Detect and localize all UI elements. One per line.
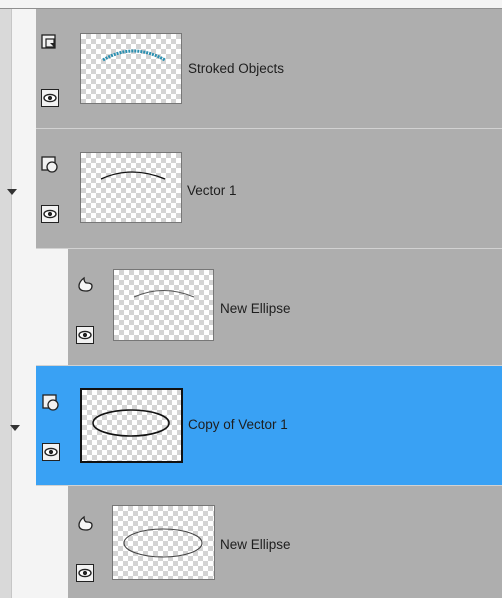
layer-name[interactable]: New Ellipse <box>220 537 291 552</box>
layer-row-vector-1[interactable]: Vector 1 <box>36 129 502 248</box>
panel-left-gutter <box>0 9 12 598</box>
curve-preview <box>102 49 166 62</box>
layer-row-copy-of-vector-1[interactable]: Copy of Vector 1 <box>36 366 502 485</box>
layer-thumbnail <box>112 505 215 580</box>
layer-row-stroked-objects[interactable]: Stroked Objects <box>36 9 502 128</box>
panel-top-border <box>0 0 502 9</box>
layer-thumbnail <box>113 269 214 341</box>
layer-thumbnail <box>80 33 182 104</box>
layer-name[interactable]: Vector 1 <box>187 183 237 198</box>
ellipse-preview <box>92 409 170 437</box>
layer-row-new-ellipse[interactable]: New Ellipse <box>68 249 502 365</box>
layer-name[interactable]: New Ellipse <box>220 301 291 316</box>
shape-icon[interactable] <box>76 275 94 293</box>
ellipse-preview <box>123 528 203 558</box>
eye-icon[interactable] <box>41 89 59 107</box>
layer-group-icon[interactable] <box>41 34 59 52</box>
layer-thumbnail <box>80 388 183 463</box>
eye-icon[interactable] <box>76 564 94 582</box>
layer-thumbnail <box>80 152 182 223</box>
layer-name[interactable]: Stroked Objects <box>188 61 284 76</box>
layer-row-new-ellipse-copy[interactable]: New Ellipse <box>68 486 502 598</box>
curve-preview <box>133 290 195 298</box>
eye-icon[interactable] <box>41 205 59 223</box>
vector-layer-icon[interactable] <box>41 156 59 174</box>
shape-icon[interactable] <box>76 514 94 532</box>
expand-arrow-icon[interactable] <box>7 189 17 195</box>
vector-layer-icon[interactable] <box>42 394 60 412</box>
eye-icon[interactable] <box>42 443 60 461</box>
layer-name[interactable]: Copy of Vector 1 <box>188 417 288 432</box>
eye-icon[interactable] <box>76 326 94 344</box>
curve-preview <box>100 171 166 180</box>
expand-arrow-icon[interactable] <box>10 425 20 431</box>
